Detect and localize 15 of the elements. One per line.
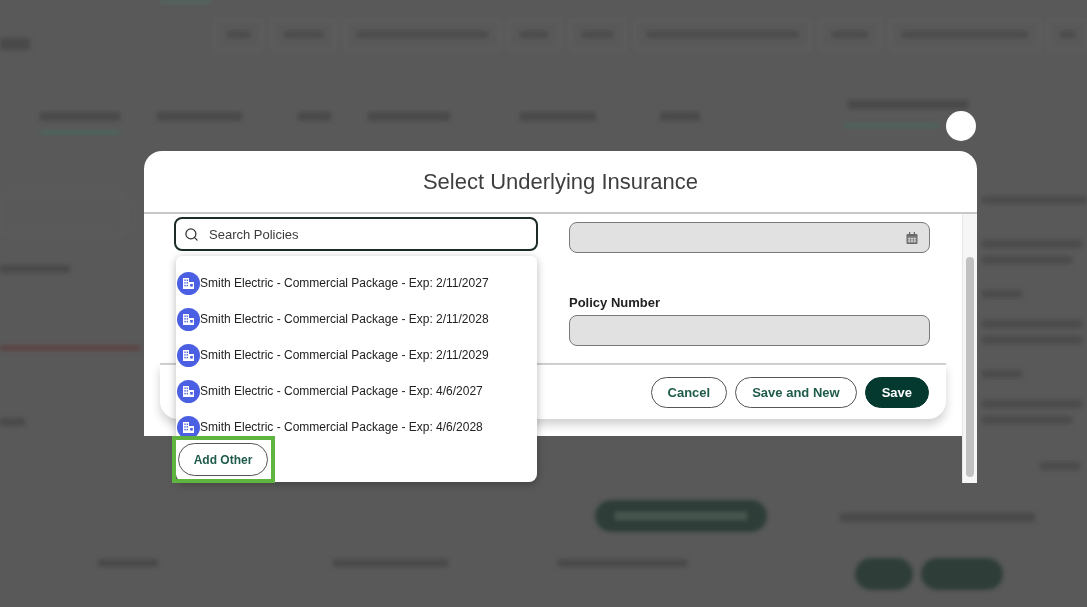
policy-option[interactable]: Smith Electric - Commercial Package - Exp: 2/11/2029 [177, 337, 537, 373]
scrollbar-thumb[interactable] [966, 257, 974, 477]
save-button[interactable]: Save [864, 376, 929, 408]
calendar-icon [906, 231, 918, 244]
policy-option[interactable]: Smith Electric - Commercial Package - Exp: 2/11/2028 [177, 301, 537, 337]
policy-option[interactable]: Smith Electric - Commercial Package - Exp: 4/6/2028 [177, 409, 537, 445]
footer-button[interactable]: Cancel [650, 376, 728, 408]
dialog-title: Select Underlying Insurance [422, 168, 699, 195]
footer-button[interactable]: Save and New [735, 376, 857, 408]
policy-option[interactable]: Smith Electric - Commercial Package - Exp: 2/11/2027 [177, 265, 537, 301]
search-field[interactable]: Search Policies [174, 217, 538, 251]
add-other-button[interactable]: Add Other [178, 443, 268, 476]
field-label: Policy Number [569, 295, 662, 310]
search-icon [184, 227, 199, 242]
policy-option[interactable]: Smith Electric - Commercial Package - Exp: 4/6/2027 [177, 373, 537, 409]
